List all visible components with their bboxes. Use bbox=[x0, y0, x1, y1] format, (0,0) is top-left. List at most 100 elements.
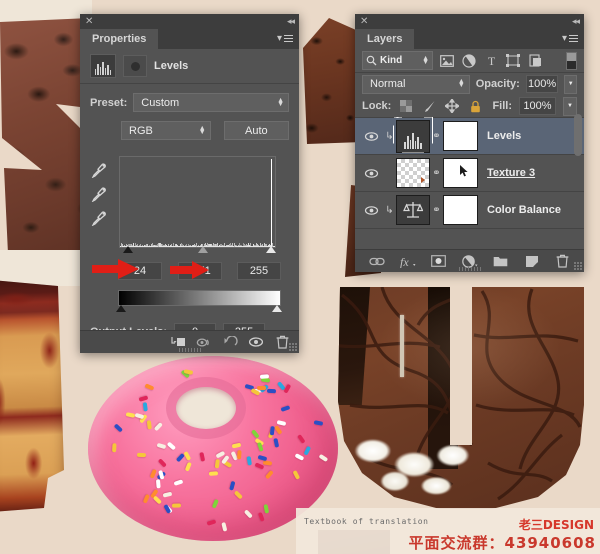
layer-visibility-icon[interactable] bbox=[359, 168, 383, 179]
tab-properties[interactable]: Properties bbox=[80, 29, 159, 49]
properties-footer bbox=[80, 330, 299, 353]
panel-resize-corner[interactable] bbox=[573, 261, 582, 270]
watermark-english-text: Textbook of translation bbox=[304, 517, 429, 526]
layer-row-levels[interactable]: ↳ ⚭ Levels bbox=[355, 118, 584, 155]
layer-mask-thumbnail-levels[interactable] bbox=[443, 121, 478, 151]
layer-row-color-balance[interactable]: ↳ ⚭ Color Balance bbox=[355, 192, 584, 229]
lock-transparent-pixels-icon[interactable] bbox=[398, 98, 414, 114]
layer-filter-row: Kind ▲ ▼ T bbox=[355, 49, 584, 73]
channel-select[interactable]: RGB ▲ ▼ bbox=[121, 121, 211, 140]
chevron-down-icon: ▾ bbox=[276, 33, 282, 44]
panel-menu-icon[interactable]: ▾ bbox=[562, 33, 578, 44]
pixel-layer-filter-icon[interactable] bbox=[439, 53, 455, 69]
properties-header: Levels bbox=[80, 49, 299, 84]
donut-hole bbox=[176, 387, 236, 429]
preset-select[interactable]: Custom ▲ ▼ bbox=[133, 93, 289, 112]
stepper-icon: ▲ ▼ bbox=[422, 54, 429, 66]
shape-layer-filter-icon[interactable] bbox=[505, 53, 521, 69]
link-layers-icon[interactable] bbox=[368, 250, 386, 272]
tab-layers[interactable]: Layers bbox=[355, 29, 415, 49]
lock-position-icon[interactable] bbox=[444, 98, 460, 114]
smart-object-filter-icon[interactable] bbox=[527, 53, 543, 69]
filter-kind-select[interactable]: Kind ▲ ▼ bbox=[362, 51, 433, 70]
set-gray-point-eyedropper-icon[interactable] bbox=[91, 186, 107, 202]
mask-icon[interactable] bbox=[123, 55, 147, 77]
set-black-point-eyedropper-icon[interactable] bbox=[91, 162, 107, 178]
fill-label: Fill: bbox=[492, 100, 512, 112]
output-gradient-bar bbox=[118, 290, 281, 306]
fill-scrubber-icon[interactable]: ▼ bbox=[563, 96, 577, 116]
layer-link-icon[interactable]: ⚭ bbox=[430, 205, 443, 216]
set-white-point-eyedropper-icon[interactable] bbox=[91, 210, 107, 226]
toggle-visibility-icon[interactable] bbox=[243, 331, 269, 353]
layer-link-icon[interactable]: ⚭ bbox=[430, 168, 443, 179]
layer-style-fx-icon[interactable]: fx bbox=[399, 250, 417, 272]
layers-tab-row: Layers ▾ bbox=[355, 29, 584, 49]
histogram-white-spike bbox=[270, 159, 272, 247]
input-highlight-handle[interactable] bbox=[266, 246, 276, 253]
annotation-arrow-midtone bbox=[170, 261, 209, 279]
layers-panel[interactable]: ✕ ◂◂ Layers ▾ Kind ▲ ▼ T Normal ▲ ▼ Opac… bbox=[355, 14, 584, 272]
watermark-qq-group: 平面交流群：43940608 bbox=[408, 534, 596, 552]
panel-menu-icon[interactable]: ▾ bbox=[277, 33, 293, 44]
layers-footer: fx bbox=[355, 249, 584, 272]
layer-mask-thumbnail-texture-3[interactable] bbox=[443, 158, 478, 188]
input-midtone-handle[interactable] bbox=[198, 246, 208, 253]
new-group-icon[interactable] bbox=[492, 250, 510, 272]
output-white-handle[interactable] bbox=[272, 305, 282, 312]
preset-value: Custom bbox=[141, 96, 180, 109]
mouse-cursor-icon bbox=[460, 165, 468, 177]
output-black-handle[interactable] bbox=[116, 305, 126, 312]
layer-name-color-balance[interactable]: Color Balance bbox=[487, 204, 561, 216]
layer-thumbnail-color-balance[interactable] bbox=[396, 195, 430, 225]
levels-icon[interactable] bbox=[90, 54, 116, 78]
fill-field[interactable]: 100% bbox=[519, 97, 556, 115]
layer-row-texture-3[interactable]: ⚭ Texture 3 bbox=[355, 155, 584, 192]
layer-link-icon[interactable]: ⚭ bbox=[430, 131, 443, 142]
layer-mask-thumbnail-color-balance[interactable] bbox=[443, 195, 478, 225]
menu-lines-icon bbox=[569, 33, 578, 44]
lock-all-icon[interactable] bbox=[467, 98, 483, 114]
reset-icon[interactable] bbox=[217, 331, 243, 353]
filter-enable-toggle[interactable] bbox=[566, 51, 577, 70]
layer-name-levels[interactable]: Levels bbox=[487, 130, 521, 142]
filter-kind-label: Kind bbox=[380, 55, 403, 66]
panel-resize-corner[interactable] bbox=[288, 342, 297, 351]
preset-label: Preset: bbox=[90, 96, 128, 109]
menu-lines-icon bbox=[284, 33, 293, 44]
layers-titlebar: ✕ ◂◂ bbox=[355, 14, 584, 29]
lock-image-pixels-icon[interactable] bbox=[421, 98, 437, 114]
type-layer-filter-icon[interactable]: T bbox=[483, 53, 499, 69]
levels-histogram[interactable] bbox=[119, 156, 276, 248]
adjustment-layer-filter-icon[interactable] bbox=[461, 53, 477, 69]
layer-thumbnail-texture-3[interactable] bbox=[396, 158, 430, 188]
layer-name-texture-3[interactable]: Texture 3 bbox=[487, 167, 535, 179]
layers-scrollbar[interactable] bbox=[574, 114, 582, 156]
clipping-mask-indicator-icon: ↳ bbox=[385, 204, 394, 216]
layer-thumbnail-levels[interactable] bbox=[396, 119, 430, 153]
auto-button[interactable]: Auto bbox=[223, 121, 289, 140]
stepper-icon: ▲ ▼ bbox=[457, 78, 465, 89]
delete-layer-icon[interactable] bbox=[554, 250, 572, 272]
blend-mode-select[interactable]: Normal ▲ ▼ bbox=[362, 74, 470, 94]
blend-mode-value: Normal bbox=[370, 78, 406, 90]
properties-panel[interactable]: ✕ ◂◂ Properties ▾ Levels Preset: Custom … bbox=[80, 14, 299, 353]
opacity-field[interactable]: 100% bbox=[525, 75, 559, 93]
collapse-icon[interactable]: ◂◂ bbox=[287, 16, 295, 27]
panel-resize-grip[interactable] bbox=[458, 267, 481, 271]
collapse-icon[interactable]: ◂◂ bbox=[572, 16, 580, 27]
panel-resize-grip[interactable] bbox=[178, 348, 201, 352]
close-icon[interactable]: ✕ bbox=[360, 16, 368, 27]
properties-titlebar: ✕ ◂◂ bbox=[80, 14, 299, 29]
new-layer-icon[interactable] bbox=[523, 250, 541, 272]
layer-visibility-icon[interactable] bbox=[359, 131, 383, 142]
thumbnail-content-mark bbox=[421, 177, 425, 183]
preset-row: Preset: Custom ▲ ▼ bbox=[80, 93, 299, 112]
channel-value: RGB bbox=[129, 124, 153, 137]
close-icon[interactable]: ✕ bbox=[85, 16, 93, 27]
add-mask-icon[interactable] bbox=[430, 250, 448, 272]
input-shadow-handle[interactable] bbox=[123, 246, 133, 253]
opacity-scrubber-icon[interactable]: ▼ bbox=[564, 74, 577, 94]
input-highlight-field[interactable]: 255 bbox=[237, 262, 281, 280]
layer-visibility-icon[interactable] bbox=[359, 205, 383, 216]
